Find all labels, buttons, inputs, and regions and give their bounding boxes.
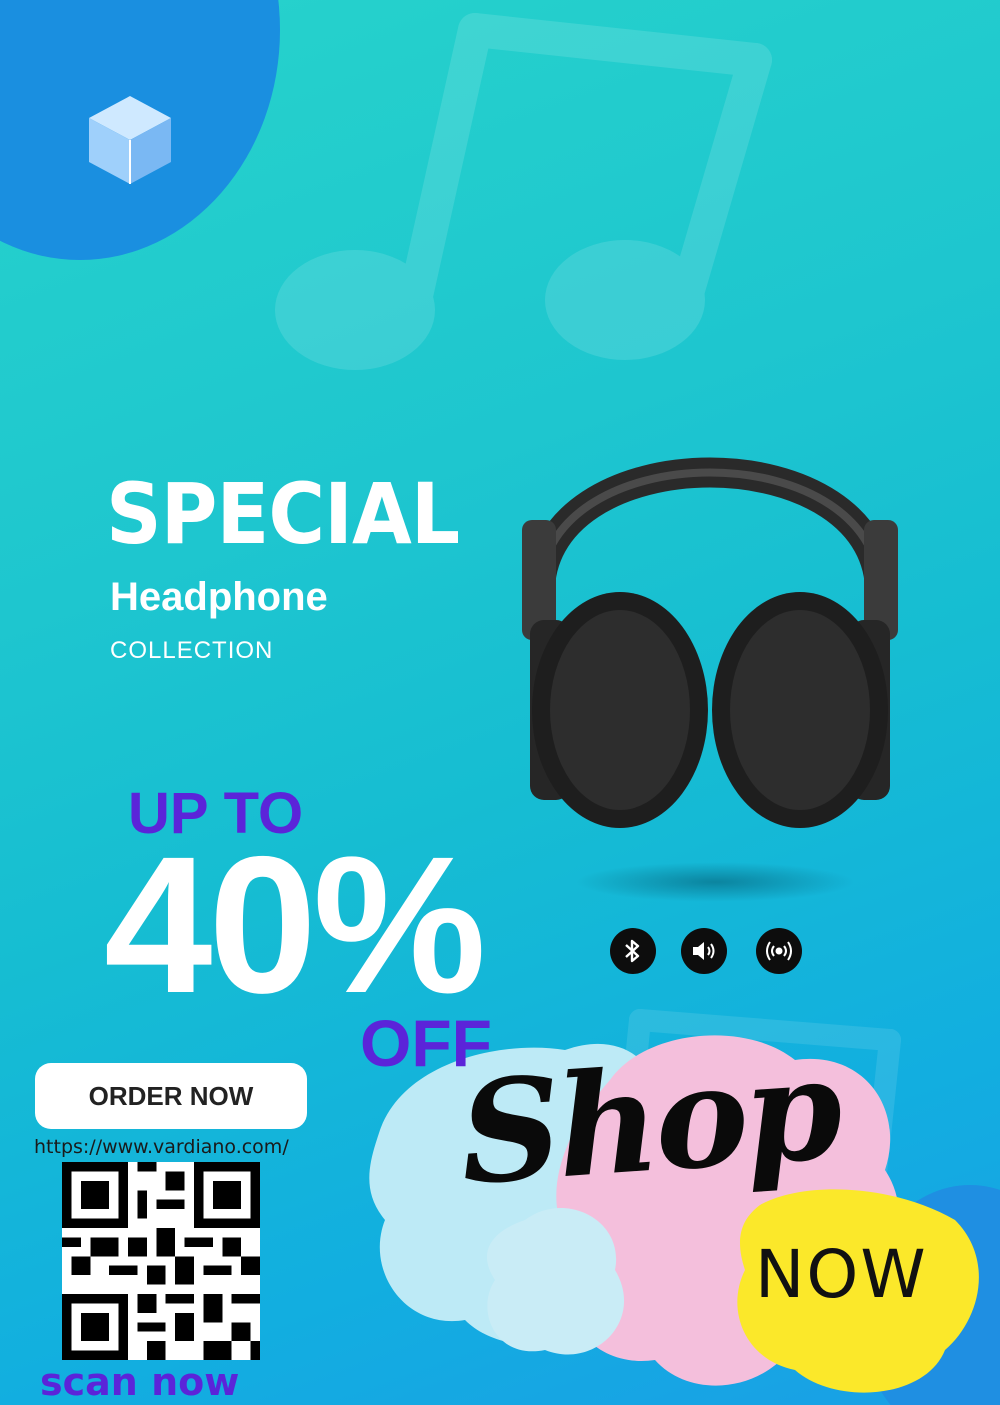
poster: SPECIAL Headphone COLLECTION UP TO 40% O… bbox=[0, 0, 1000, 1405]
now-word: NOW bbox=[755, 1236, 928, 1313]
promo-subtitle: Headphone bbox=[110, 575, 328, 619]
speaker-icon bbox=[681, 928, 727, 974]
promo-title: SPECIAL bbox=[106, 465, 460, 563]
bluetooth-icon bbox=[610, 928, 656, 974]
music-note-icon bbox=[275, 13, 772, 370]
headphones-image bbox=[522, 457, 898, 828]
discount-suffix: OFF bbox=[360, 1006, 492, 1080]
promo-tagline: COLLECTION bbox=[110, 637, 274, 664]
order-now-button[interactable]: ORDER NOW bbox=[35, 1063, 307, 1129]
cube-logo-icon bbox=[89, 96, 171, 184]
website-url[interactable]: https://www.vardiano.com/ bbox=[34, 1136, 289, 1158]
headphones-shadow bbox=[575, 862, 855, 902]
qr-code[interactable] bbox=[62, 1162, 260, 1360]
shop-word[interactable]: Shop bbox=[455, 1027, 844, 1217]
wireless-signal-icon bbox=[756, 928, 802, 974]
scan-now-label: scan now bbox=[40, 1360, 240, 1404]
discount-value: 40% bbox=[104, 816, 486, 1034]
